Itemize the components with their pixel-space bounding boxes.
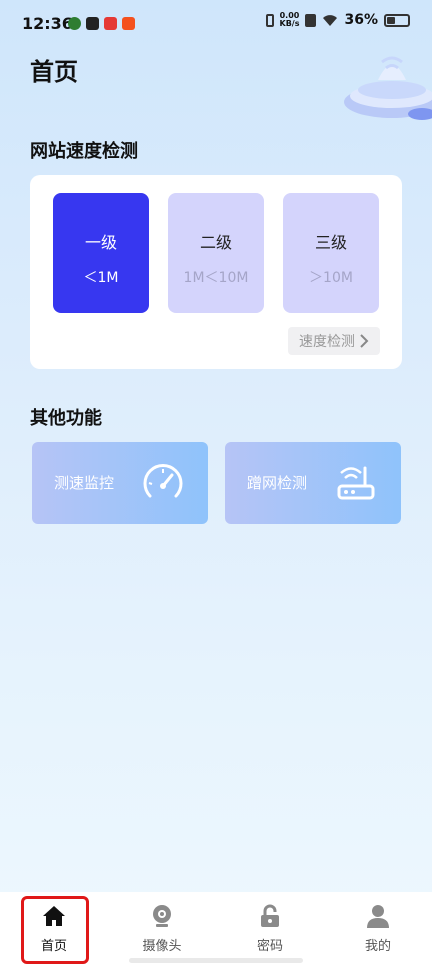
level-1-option[interactable]: 一级 ＜1M — [53, 193, 149, 313]
shopping-app-icon — [104, 17, 117, 30]
tab-label: 摄像头 — [142, 939, 182, 954]
level-3-option[interactable]: 三级 ＞10M — [283, 193, 379, 313]
speed-monitor-card[interactable]: 测速监控 — [32, 442, 208, 524]
func-label: 测速监控 — [54, 474, 115, 492]
level-2-option[interactable]: 二级 1M＜10M — [168, 193, 264, 313]
status-right: 0.00 KB/s 36% — [265, 12, 410, 28]
active-tab-highlight — [21, 896, 89, 964]
video-app-icon — [86, 17, 99, 30]
status-time: 12:36 — [22, 14, 73, 33]
decorative-platform-icon — [344, 56, 432, 120]
app-notification-icon — [68, 17, 81, 30]
news-app-icon — [122, 17, 135, 30]
speed-test-label: 速度检测 — [299, 334, 355, 350]
tab-profile[interactable]: 我的 — [324, 892, 432, 964]
battery-percent: 36% — [344, 12, 378, 28]
speedometer-icon — [143, 464, 183, 498]
tab-camera[interactable]: 摄像头 — [108, 892, 216, 964]
chevron-right-icon — [360, 334, 369, 348]
router-icon — [337, 466, 375, 500]
vibrate-icon — [265, 13, 274, 27]
user-icon — [367, 905, 389, 928]
func-label: 蹭网检测 — [247, 474, 308, 492]
level-name: 三级 — [314, 233, 347, 252]
level-name: 一级 — [84, 233, 117, 252]
level-range: ＞10M — [309, 270, 353, 286]
tab-password[interactable]: 密码 — [216, 892, 324, 964]
tab-label: 密码 — [256, 939, 283, 954]
page-title: 首页 — [30, 58, 78, 86]
level-name: 二级 — [199, 233, 232, 252]
wifi-icon — [323, 14, 338, 26]
speed-test-button[interactable]: 速度检测 — [288, 327, 380, 355]
net-speed: 0.00 KB/s — [280, 12, 300, 28]
lock-icon — [261, 904, 279, 927]
battery-icon — [384, 13, 410, 27]
level-range: 1M＜10M — [183, 270, 249, 286]
tab-label: 我的 — [364, 939, 391, 954]
wifi-theft-detect-card[interactable]: 蹭网检测 — [225, 442, 401, 524]
speed-section-title: 网站速度检测 — [30, 141, 138, 162]
level-range: ＜1M — [83, 270, 119, 286]
sim-icon — [305, 13, 317, 27]
net-speed-unit: KB/s — [279, 19, 300, 28]
camera-icon — [153, 905, 171, 927]
speed-card: 一级 ＜1M 二级 1M＜10M 三级 ＞10M 速度检测 — [30, 175, 402, 369]
other-section-title: 其他功能 — [30, 408, 102, 429]
home-indicator[interactable] — [129, 958, 303, 963]
